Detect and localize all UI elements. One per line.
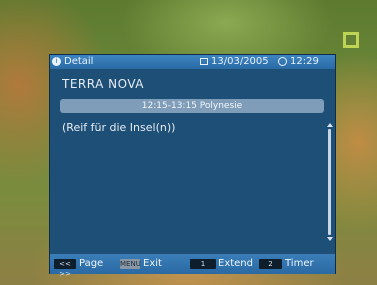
exit-label: Exit bbox=[143, 258, 162, 269]
window-title: Detail bbox=[64, 56, 94, 67]
extend-label: Extend bbox=[218, 258, 253, 269]
program-time-bar: 12:15-13:15 Polynesie bbox=[60, 99, 324, 113]
key-1-icon[interactable]: 1 bbox=[190, 259, 216, 269]
scroll-down-arrow-icon[interactable] bbox=[327, 237, 333, 241]
calendar-icon bbox=[200, 58, 208, 65]
footer-key-bar: << >> Page MENU Exit 1 Extend 2 Timer bbox=[50, 254, 335, 278]
menu-key-icon[interactable]: MENU bbox=[120, 259, 141, 269]
description-scrollbar[interactable] bbox=[327, 123, 333, 241]
clock-icon bbox=[278, 57, 287, 66]
key-2-icon[interactable]: 2 bbox=[259, 259, 282, 269]
current-time: 12:29 bbox=[290, 56, 319, 67]
current-date: 13/03/2005 bbox=[211, 56, 269, 67]
scroll-thumb[interactable] bbox=[328, 129, 331, 235]
scroll-up-arrow-icon[interactable] bbox=[327, 123, 333, 127]
window-titlebar: i Detail 13/03/2005 12:29 bbox=[50, 55, 335, 69]
program-description: (Reif für die Insel(n)) bbox=[62, 121, 176, 134]
channel-logo-icon bbox=[343, 32, 359, 48]
program-title: TERRA NOVA bbox=[62, 77, 144, 91]
detail-window: i Detail 13/03/2005 12:29 TERRA NOVA 12:… bbox=[49, 54, 336, 278]
page-key-icon[interactable]: << >> bbox=[54, 259, 76, 278]
page-label: Page bbox=[79, 258, 104, 269]
timer-label: Timer bbox=[285, 258, 314, 269]
info-icon: i bbox=[52, 57, 61, 66]
